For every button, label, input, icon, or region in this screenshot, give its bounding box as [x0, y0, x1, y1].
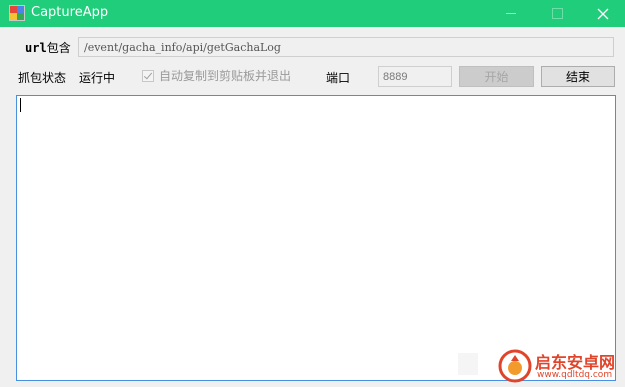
url-label-suffix: 包含: [46, 41, 71, 55]
capture-state-label: 抓包状态: [18, 71, 67, 85]
end-button[interactable]: 结束: [541, 66, 615, 87]
url-contains-label: url包含: [25, 39, 71, 56]
capture-app-window: CaptureApp url包含 抓包状态 运行中 自动复制到剪贴板并退出 端口…: [0, 0, 625, 387]
checkmark-icon: [142, 69, 154, 82]
capture-state-value: 运行中: [79, 71, 116, 85]
maximize-button[interactable]: [534, 0, 580, 27]
watermark-logo-icon: [498, 349, 532, 383]
close-button[interactable]: [580, 0, 625, 27]
port-input[interactable]: [378, 66, 452, 87]
log-output-textarea[interactable]: [16, 95, 616, 381]
port-label: 端口: [326, 71, 351, 85]
start-button[interactable]: 开始: [459, 66, 534, 87]
close-icon: [597, 8, 609, 19]
minimize-icon: [506, 13, 516, 14]
maximize-icon: [551, 8, 563, 19]
auto-copy-label: 自动复制到剪贴板并退出: [159, 69, 292, 83]
window-title: CaptureApp: [31, 5, 109, 20]
text-caret: [20, 98, 21, 112]
auto-copy-checkbox[interactable]: 自动复制到剪贴板并退出: [142, 67, 291, 84]
watermark-url: www.qdltdq.com: [537, 370, 613, 380]
minimize-button[interactable]: [488, 0, 534, 27]
capture-app-icon: [9, 5, 25, 21]
url-filter-input[interactable]: [78, 37, 614, 57]
url-label-prefix: url: [25, 41, 47, 55]
title-bar[interactable]: CaptureApp: [0, 0, 625, 27]
